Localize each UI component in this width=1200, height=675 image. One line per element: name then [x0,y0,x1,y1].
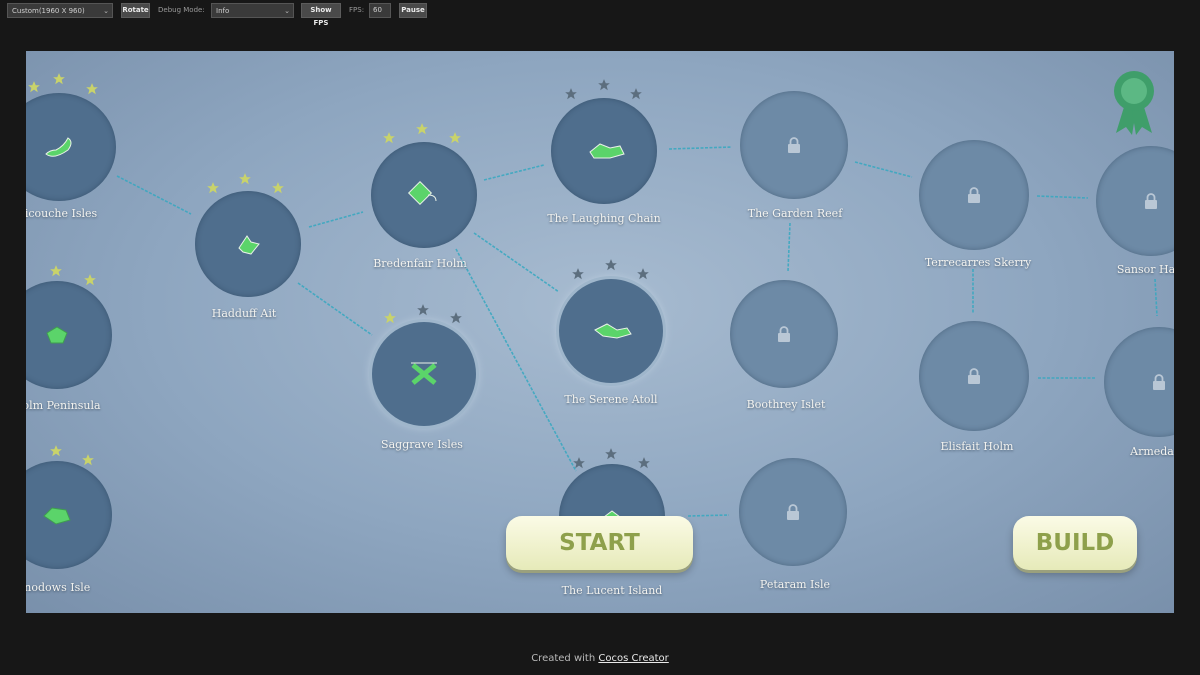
fps-input[interactable]: 60 [369,3,391,18]
star-icon [637,455,651,469]
island-icon [45,137,72,157]
level-node-garden[interactable] [740,91,848,199]
star-icon [52,71,66,85]
cocos-creator-link[interactable]: Cocos Creator [598,653,668,664]
link [687,514,730,517]
link [473,232,560,293]
lock-icon [778,326,790,342]
chevron-down-icon: ⌄ [284,7,290,15]
link [116,175,192,215]
star-icon [629,86,643,100]
star-icon [49,263,63,277]
resolution-value: Custom(1960 X 960) [12,7,85,15]
level-label: holm Peninsula [26,399,101,412]
level-node-boothrey[interactable] [730,280,838,388]
debug-toolbar: Custom(1960 X 960) ⌄ Rotate Debug Mode: … [0,0,1200,27]
star-icon [238,171,252,185]
link [854,161,913,178]
debug-mode-label: Debug Mode: [158,6,205,14]
level-node-elisfait[interactable] [919,321,1029,431]
star-icon [416,302,430,316]
level-node-serene[interactable] [559,279,663,383]
level-node-saggrave[interactable] [372,322,476,426]
show-fps-button[interactable]: Show FPS [301,3,341,27]
island-icon [43,507,71,525]
level-label: Bredenfair Holm [373,257,467,270]
level-node-hadduff[interactable] [195,191,301,297]
link [787,222,791,272]
star-icon [572,455,586,469]
star-icon [597,77,611,91]
level-label: Terrecarres Skerry [924,256,1032,269]
link [1036,195,1089,199]
star-icon [81,452,95,466]
rotate-button[interactable]: Rotate [121,3,150,18]
star-icon [206,180,220,194]
chevron-down-icon: ⌄ [103,7,109,15]
lock-icon [1153,374,1165,390]
level-label: Boothrey Islet [746,398,826,411]
level-label: alicouche Isles [26,207,98,220]
level-node-laughing[interactable] [551,98,657,204]
game-canvas[interactable]: alicouche Isles holm Peninsula anodows I… [26,51,1174,613]
lock-icon [968,368,980,384]
level-node-bredenfair[interactable] [371,142,477,248]
level-node-terrecarres[interactable] [919,140,1029,250]
level-label: The Garden Reef [747,207,843,220]
island-icon [411,362,437,385]
star-icon [449,310,463,324]
lock-icon [968,187,980,203]
link [308,211,364,228]
link [483,164,545,181]
star-icon [604,446,618,460]
lock-icon [788,137,800,153]
star-icon [383,310,397,324]
level-label: anodows Isle [26,581,91,594]
level-label: Sansor Ha [1116,263,1174,276]
lock-icon [787,504,799,520]
level-label: Saggrave Isles [381,438,463,451]
build-button[interactable]: BUILD [1013,516,1137,570]
star-icon [415,121,429,135]
level-label: The Serene Atoll [564,393,658,406]
star-icon [85,81,99,95]
start-button[interactable]: START [506,516,693,570]
level-label: Petaram Isle [759,578,831,591]
level-label: The Laughing Chain [547,212,661,225]
level-label: Armeda [1130,445,1174,458]
star-icon [636,266,650,280]
pause-button[interactable]: Pause [399,3,427,18]
star-icon [271,180,285,194]
star-icon [83,272,97,286]
level-label: Elisfait Holm [940,440,1014,453]
footer: Created with Cocos Creator [0,653,1200,664]
debug-mode-select[interactable]: Info ⌄ [211,3,294,18]
island-icon [594,323,632,339]
island-icon [589,143,625,159]
ribbon-icon [1114,71,1154,135]
star-icon [448,130,462,144]
debug-mode-value: Info [216,7,230,15]
island-icon [238,235,260,255]
link [297,282,373,336]
star-icon [571,266,585,280]
star-icon [564,86,578,100]
star-icon [382,130,396,144]
level-node-petaram[interactable] [739,458,847,566]
star-icon [604,257,618,271]
island-icon [407,180,437,206]
footer-prefix: Created with [531,653,596,664]
level-label: The Lucent Island [561,584,663,597]
star-icon [27,79,41,93]
star-icon [49,443,63,457]
lock-icon [1145,193,1157,209]
link [668,146,733,150]
level-label: Hadduff Ait [211,307,277,320]
resolution-select[interactable]: Custom(1960 X 960) ⌄ [7,3,113,18]
fps-label: FPS: [349,6,365,14]
island-icon [46,326,68,344]
link [1154,278,1158,317]
